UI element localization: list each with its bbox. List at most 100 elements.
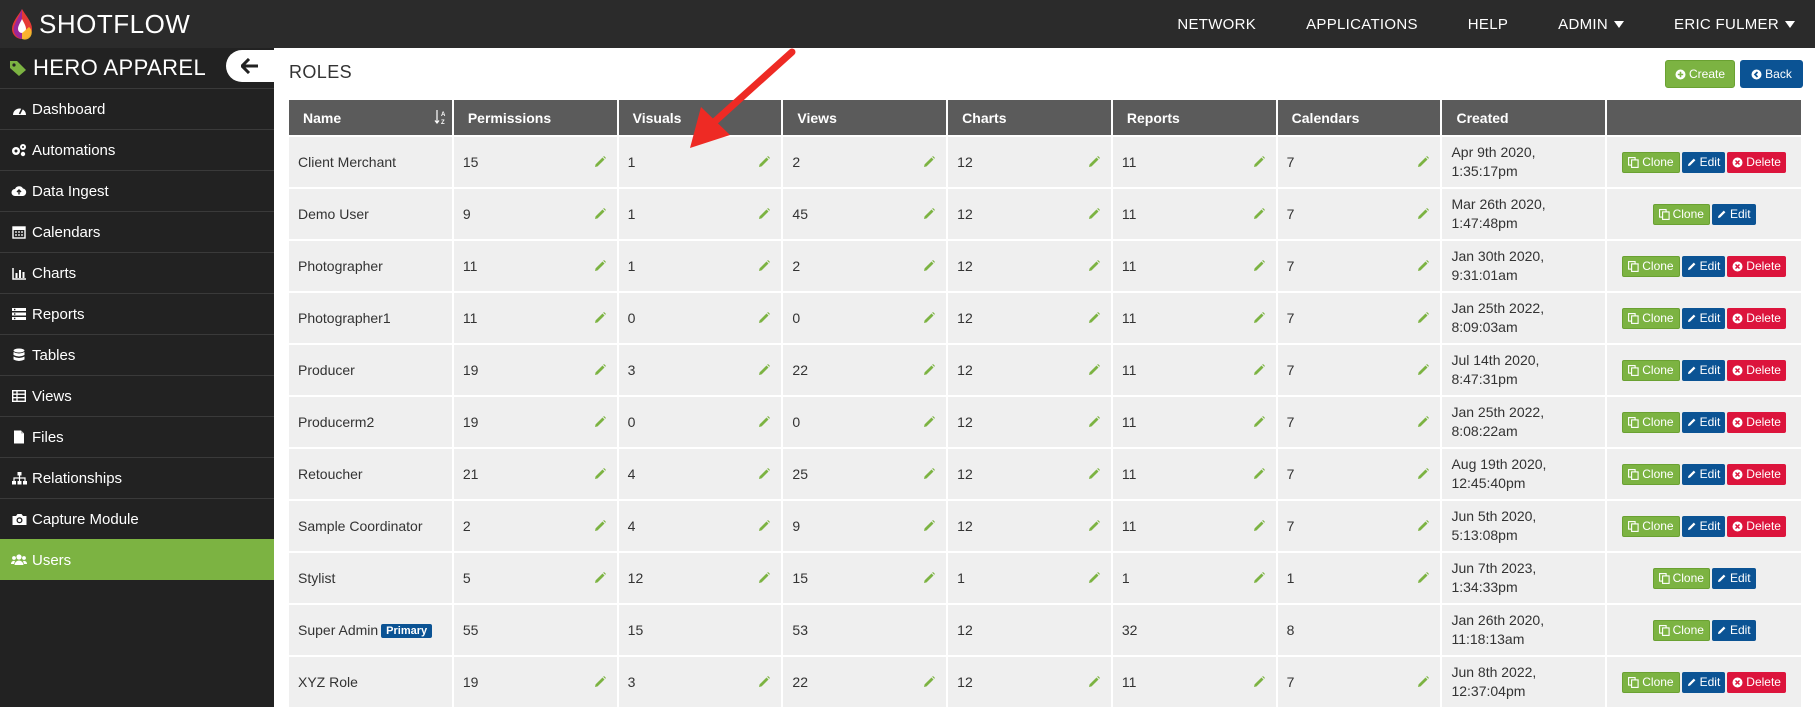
pencil-icon[interactable] — [757, 519, 771, 533]
pencil-icon[interactable] — [1087, 311, 1101, 325]
pencil-icon[interactable] — [1416, 675, 1430, 689]
edit-button[interactable]: Edit — [1681, 307, 1726, 329]
pencil-icon[interactable] — [1252, 415, 1266, 429]
pencil-icon[interactable] — [593, 415, 607, 429]
edit-button[interactable]: Edit — [1711, 203, 1756, 225]
pencil-icon[interactable] — [1252, 363, 1266, 377]
clone-button[interactable]: Clone — [1622, 307, 1680, 329]
pencil-icon[interactable] — [1252, 311, 1266, 325]
clone-button[interactable]: Clone — [1622, 151, 1680, 173]
pencil-icon[interactable] — [1252, 675, 1266, 689]
pencil-icon[interactable] — [1416, 415, 1430, 429]
sidebar-item-tables[interactable]: Tables — [0, 334, 274, 375]
nav-user-dropdown[interactable]: ERIC FULMER — [1674, 16, 1795, 33]
pencil-icon[interactable] — [757, 259, 771, 273]
delete-button[interactable]: Delete — [1727, 671, 1786, 693]
pencil-icon[interactable] — [1416, 207, 1430, 221]
pencil-icon[interactable] — [757, 467, 771, 481]
pencil-icon[interactable] — [1087, 519, 1101, 533]
pencil-icon[interactable] — [1252, 571, 1266, 585]
create-button[interactable]: Create — [1665, 60, 1735, 88]
pencil-icon[interactable] — [922, 311, 936, 325]
pencil-icon[interactable] — [1252, 207, 1266, 221]
delete-button[interactable]: Delete — [1727, 463, 1786, 485]
sidebar-item-capture-module[interactable]: Capture Module — [0, 498, 274, 539]
pencil-icon[interactable] — [922, 415, 936, 429]
column-header-charts[interactable]: Charts — [948, 100, 1111, 135]
pencil-icon[interactable] — [593, 467, 607, 481]
column-header-name[interactable]: Name AZ — [289, 100, 452, 135]
delete-button[interactable]: Delete — [1727, 515, 1786, 537]
pencil-icon[interactable] — [1252, 155, 1266, 169]
pencil-icon[interactable] — [593, 259, 607, 273]
pencil-icon[interactable] — [1087, 415, 1101, 429]
sidebar-item-reports[interactable]: Reports — [0, 293, 274, 334]
sidebar-item-charts[interactable]: Charts — [0, 252, 274, 293]
edit-button[interactable]: Edit — [1711, 619, 1756, 641]
pencil-icon[interactable] — [757, 207, 771, 221]
pencil-icon[interactable] — [922, 571, 936, 585]
pencil-icon[interactable] — [1416, 363, 1430, 377]
back-button[interactable]: Back — [1740, 60, 1803, 88]
pencil-icon[interactable] — [1087, 155, 1101, 169]
pencil-icon[interactable] — [1416, 571, 1430, 585]
clone-button[interactable]: Clone — [1622, 463, 1680, 485]
column-header-reports[interactable]: Reports — [1112, 100, 1276, 135]
clone-button[interactable]: Clone — [1622, 359, 1680, 381]
pencil-icon[interactable] — [593, 571, 607, 585]
pencil-icon[interactable] — [1087, 571, 1101, 585]
pencil-icon[interactable] — [1087, 363, 1101, 377]
delete-button[interactable]: Delete — [1727, 411, 1786, 433]
pencil-icon[interactable] — [922, 675, 936, 689]
sidebar-item-dashboard[interactable]: Dashboard — [0, 88, 274, 129]
shotflow-logo[interactable]: SHOTFLOW — [9, 7, 190, 41]
pencil-icon[interactable] — [593, 311, 607, 325]
edit-button[interactable]: Edit — [1681, 671, 1726, 693]
nav-applications[interactable]: APPLICATIONS — [1306, 16, 1418, 33]
pencil-icon[interactable] — [1252, 467, 1266, 481]
sidebar-item-relationships[interactable]: Relationships — [0, 457, 274, 498]
clone-button[interactable]: Clone — [1622, 515, 1680, 537]
edit-button[interactable]: Edit — [1711, 567, 1756, 589]
nav-admin-dropdown[interactable]: ADMIN — [1558, 16, 1625, 33]
sidebar-item-users[interactable]: Users — [0, 539, 274, 580]
pencil-icon[interactable] — [757, 311, 771, 325]
pencil-icon[interactable] — [922, 363, 936, 377]
pencil-icon[interactable] — [1416, 155, 1430, 169]
pencil-icon[interactable] — [757, 571, 771, 585]
sidebar-item-files[interactable]: Files — [0, 416, 274, 457]
edit-button[interactable]: Edit — [1681, 463, 1726, 485]
clone-button[interactable]: Clone — [1622, 671, 1680, 693]
pencil-icon[interactable] — [593, 207, 607, 221]
pencil-icon[interactable] — [1416, 311, 1430, 325]
pencil-icon[interactable] — [757, 675, 771, 689]
pencil-icon[interactable] — [922, 259, 936, 273]
pencil-icon[interactable] — [593, 675, 607, 689]
pencil-icon[interactable] — [1416, 259, 1430, 273]
pencil-icon[interactable] — [922, 467, 936, 481]
pencil-icon[interactable] — [1416, 519, 1430, 533]
column-header-calendars[interactable]: Calendars — [1277, 100, 1441, 135]
pencil-icon[interactable] — [1087, 207, 1101, 221]
clone-button[interactable]: Clone — [1652, 567, 1710, 589]
pencil-icon[interactable] — [593, 519, 607, 533]
edit-button[interactable]: Edit — [1681, 411, 1726, 433]
pencil-icon[interactable] — [593, 155, 607, 169]
clone-button[interactable]: Clone — [1622, 255, 1680, 277]
delete-button[interactable]: Delete — [1727, 359, 1786, 381]
delete-button[interactable]: Delete — [1727, 151, 1786, 173]
column-header-views[interactable]: Views — [783, 100, 947, 135]
clone-button[interactable]: Clone — [1652, 619, 1710, 641]
delete-button[interactable]: Delete — [1727, 307, 1786, 329]
pencil-icon[interactable] — [922, 155, 936, 169]
pencil-icon[interactable] — [1252, 259, 1266, 273]
edit-button[interactable]: Edit — [1681, 515, 1726, 537]
edit-button[interactable]: Edit — [1681, 255, 1726, 277]
column-header-visuals[interactable]: Visuals — [618, 100, 782, 135]
sidebar-item-views[interactable]: Views — [0, 375, 274, 416]
sidebar-item-data-ingest[interactable]: Data Ingest — [0, 170, 274, 211]
nav-help[interactable]: HELP — [1468, 16, 1508, 33]
pencil-icon[interactable] — [1087, 675, 1101, 689]
pencil-icon[interactable] — [757, 155, 771, 169]
clone-button[interactable]: Clone — [1622, 411, 1680, 433]
